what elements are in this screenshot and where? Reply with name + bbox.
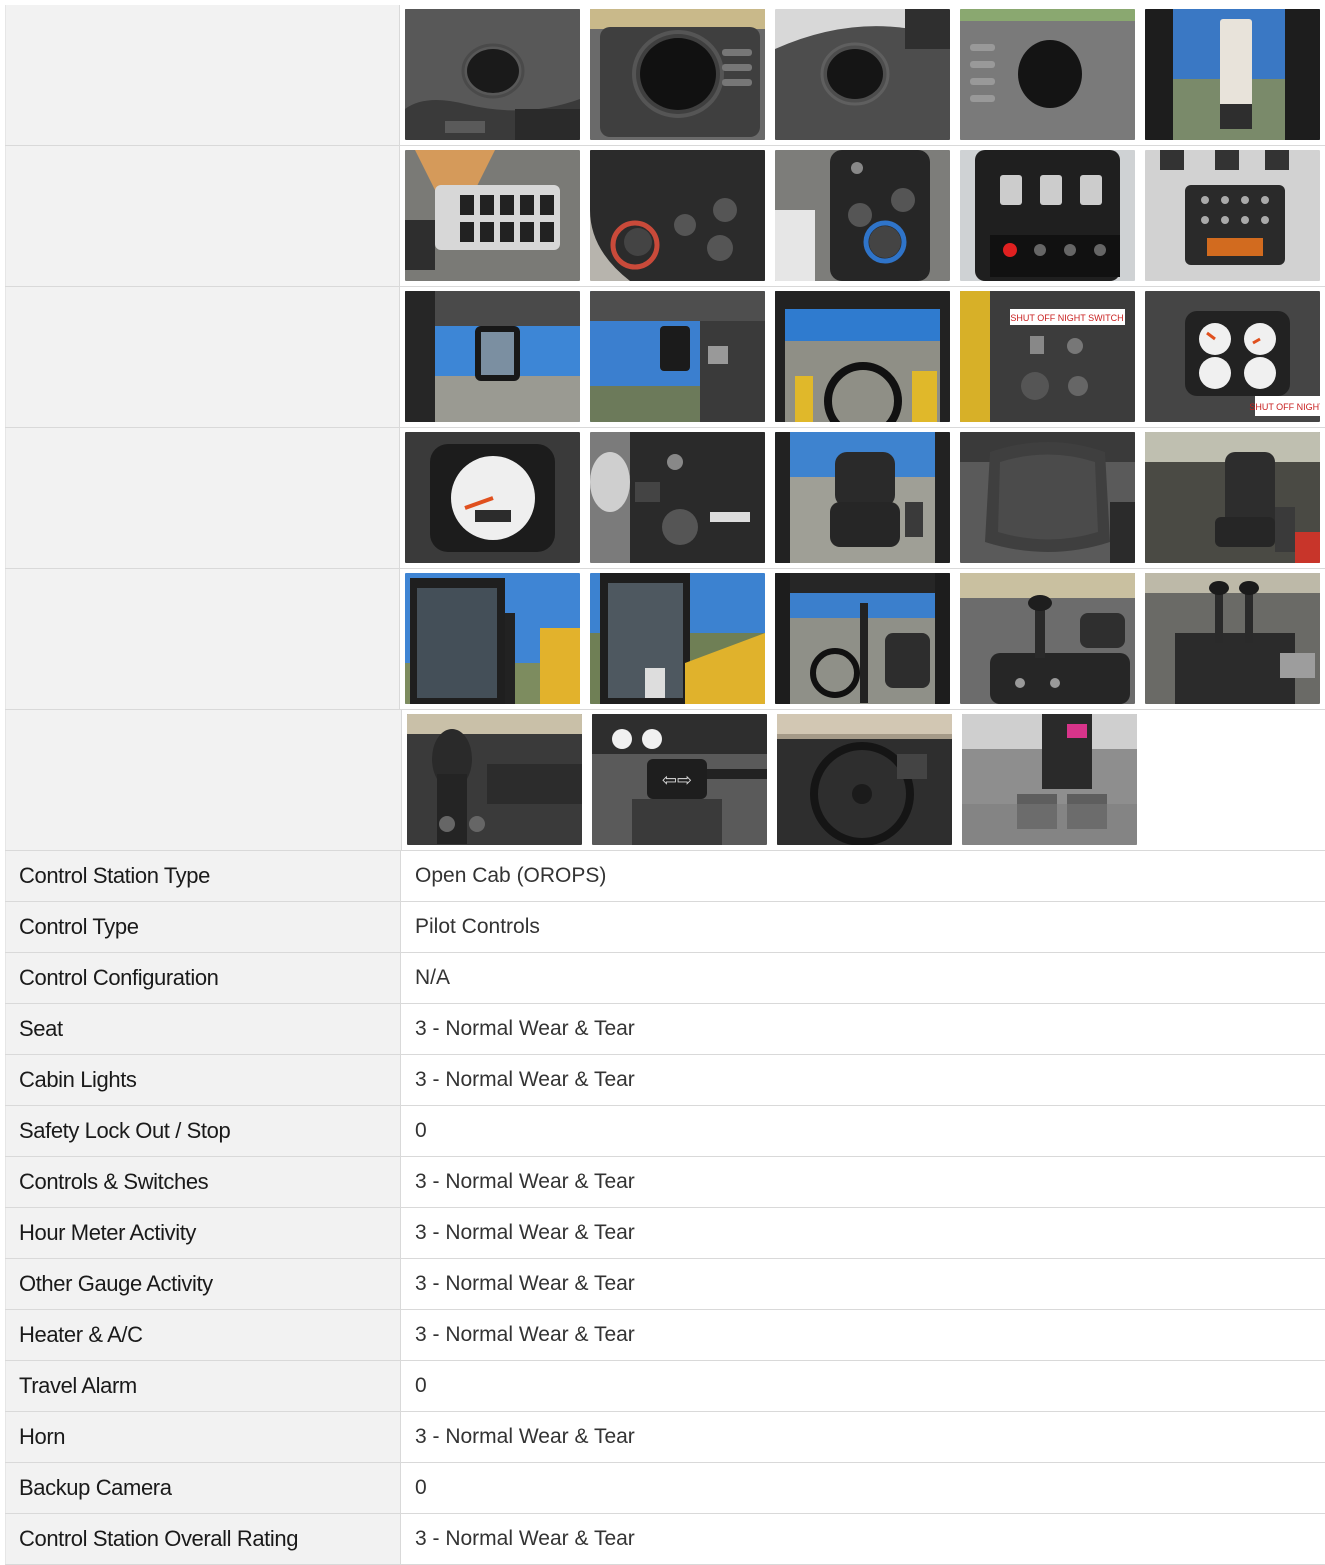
photo-thumbnail[interactable] (405, 291, 580, 422)
spec-value: Pilot Controls (415, 915, 540, 938)
spec-label: Travel Alarm (5, 1361, 401, 1411)
photo-thumbnail[interactable] (590, 432, 765, 563)
spec-row: Travel Alarm 0 (5, 1361, 1325, 1412)
spec-value: 3 - Normal Wear & Tear (415, 1068, 635, 1091)
photo-thumbnail[interactable] (960, 150, 1135, 281)
photo-row-label (5, 287, 400, 427)
spec-label: Horn (5, 1412, 401, 1462)
shutoff-decal-text: SHUT OFF NIGHT SWITCH (1010, 313, 1123, 323)
spec-row: Safety Lock Out / Stop 0 (5, 1106, 1325, 1157)
spec-label: Control Type (5, 902, 401, 952)
photo-thumbnail[interactable] (1145, 573, 1320, 704)
shutoff-decal-text-2: SHUT OFF NIGHT (1249, 402, 1320, 412)
photo-row-label (5, 146, 400, 286)
photo-thumbnail[interactable]: ⇦⇨ (592, 714, 767, 845)
photo-row (5, 569, 1325, 710)
spec-row: Other Gauge Activity 3 - Normal Wear & T… (5, 1259, 1325, 1310)
photo-thumbnail[interactable] (775, 9, 950, 140)
photo-thumbnail[interactable] (960, 432, 1135, 563)
spec-row: Seat 3 - Normal Wear & Tear (5, 1004, 1325, 1055)
spec-row: Controls & Switches 3 - Normal Wear & Te… (5, 1157, 1325, 1208)
photo-thumbnail[interactable] (775, 573, 950, 704)
photo-thumbnail[interactable] (405, 9, 580, 140)
photo-thumbnail[interactable] (960, 573, 1135, 704)
spec-value: 3 - Normal Wear & Tear (415, 1170, 635, 1193)
photo-thumbnail[interactable]: SHUT OFF NIGHT (1145, 291, 1320, 422)
photo-thumbnail[interactable] (775, 150, 950, 281)
spec-label: Cabin Lights (5, 1055, 401, 1105)
spec-row: Control Station Type Open Cab (OROPS) (5, 851, 1325, 902)
spec-row: Heater & A/C 3 - Normal Wear & Tear (5, 1310, 1325, 1361)
spec-value: 3 - Normal Wear & Tear (415, 1017, 635, 1040)
spec-row: Control Station Overall Rating 3 - Norma… (5, 1514, 1325, 1565)
spec-label: Hour Meter Activity (5, 1208, 401, 1258)
spec-label: Control Station Type (5, 851, 401, 901)
spec-value: 3 - Normal Wear & Tear (415, 1323, 635, 1346)
spec-row: Horn 3 - Normal Wear & Tear (5, 1412, 1325, 1463)
photo-thumbnail[interactable] (407, 714, 582, 845)
photo-thumbnail[interactable] (1145, 432, 1320, 563)
photo-row: ⇦⇨ (5, 710, 1325, 851)
photo-row (5, 428, 1325, 569)
spec-row: Control Type Pilot Controls (5, 902, 1325, 953)
photo-thumbnail[interactable] (590, 291, 765, 422)
spec-label: Control Station Overall Rating (5, 1514, 401, 1564)
spec-label: Controls & Switches (5, 1157, 401, 1207)
photo-thumbnail[interactable] (775, 291, 950, 422)
spec-label: Backup Camera (5, 1463, 401, 1513)
photo-thumbnail[interactable] (405, 432, 580, 563)
photo-thumbnail[interactable] (405, 573, 580, 704)
photo-row (5, 146, 1325, 287)
photo-grid: SHUT OFF NIGHT SWITCH SHUT OFF NIGHT ⇦⇨ (5, 5, 1325, 851)
photo-thumbnail[interactable] (590, 150, 765, 281)
photo-thumbnail[interactable] (590, 573, 765, 704)
inspection-section: SHUT OFF NIGHT SWITCH SHUT OFF NIGHT ⇦⇨ … (5, 5, 1325, 1565)
svg-text:⇦⇨: ⇦⇨ (662, 770, 692, 791)
spec-label: Other Gauge Activity (5, 1259, 401, 1309)
spec-value: Open Cab (OROPS) (415, 864, 607, 887)
photo-row-label (5, 569, 400, 709)
photo-thumbnail[interactable]: SHUT OFF NIGHT SWITCH (960, 291, 1135, 422)
spec-value: 3 - Normal Wear & Tear (415, 1425, 635, 1448)
photo-row-label (5, 5, 400, 145)
spec-value: 3 - Normal Wear & Tear (415, 1272, 635, 1295)
photo-row-label (5, 428, 400, 568)
spec-row: Backup Camera 0 (5, 1463, 1325, 1514)
photo-thumbnail[interactable] (1145, 150, 1320, 281)
spec-row: Hour Meter Activity 3 - Normal Wear & Te… (5, 1208, 1325, 1259)
spec-label: Safety Lock Out / Stop (5, 1106, 401, 1156)
spec-row: Cabin Lights 3 - Normal Wear & Tear (5, 1055, 1325, 1106)
spec-label: Control Configuration (5, 953, 401, 1003)
photo-row: SHUT OFF NIGHT SWITCH SHUT OFF NIGHT (5, 287, 1325, 428)
photo-thumbnail[interactable] (777, 714, 952, 845)
spec-row: Control Configuration N/A (5, 953, 1325, 1004)
spec-value: N/A (415, 966, 451, 989)
spec-label: Seat (5, 1004, 401, 1054)
specs-table: Control Station Type Open Cab (OROPS) Co… (5, 851, 1325, 1565)
photo-thumbnail[interactable] (775, 432, 950, 563)
photo-thumbnail[interactable] (405, 150, 580, 281)
spec-label: Heater & A/C (5, 1310, 401, 1360)
photo-thumbnail[interactable] (960, 9, 1135, 140)
photo-row-label (5, 710, 402, 850)
photo-thumbnail[interactable] (1145, 9, 1320, 140)
spec-value: 3 - Normal Wear & Tear (415, 1221, 635, 1244)
spec-value: 0 (415, 1476, 427, 1499)
photo-thumbnail[interactable] (590, 9, 765, 140)
photo-row (5, 5, 1325, 146)
spec-value: 0 (415, 1374, 427, 1397)
spec-value: 0 (415, 1119, 427, 1142)
spec-value: 3 - Normal Wear & Tear (415, 1527, 635, 1550)
photo-thumbnail[interactable] (962, 714, 1137, 845)
